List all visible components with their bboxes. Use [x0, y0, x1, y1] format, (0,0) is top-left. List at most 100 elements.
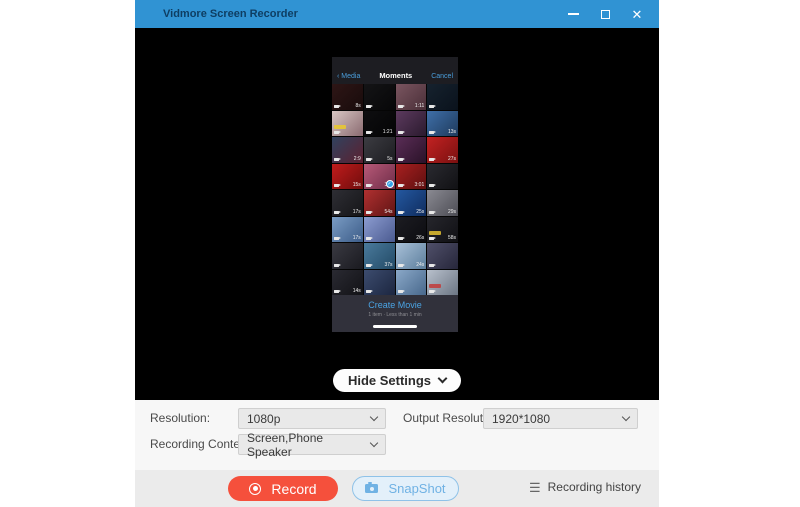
video-icon: [429, 105, 434, 108]
duration-label: 26s: [416, 235, 424, 241]
video-thumbnail[interactable]: 8s: [332, 84, 363, 110]
duration-label: 14s: [353, 288, 361, 294]
video-thumbnail[interactable]: 27s: [427, 137, 458, 163]
maximize-button[interactable]: [597, 6, 613, 22]
chevron-down-icon: [622, 413, 630, 421]
video-thumbnail[interactable]: [396, 137, 427, 163]
video-thumbnail[interactable]: 2:9: [332, 137, 363, 163]
hide-settings-label: Hide Settings: [348, 373, 431, 388]
video-thumbnail[interactable]: [396, 111, 427, 137]
video-thumbnail[interactable]: 1:21: [364, 111, 395, 137]
video-icon: [429, 158, 434, 161]
video-icon: [334, 184, 339, 187]
duration-label: 3:01: [415, 182, 425, 188]
duration-label: 27s: [448, 156, 456, 162]
cancel-button[interactable]: Cancel: [431, 73, 453, 80]
video-thumbnail[interactable]: [396, 270, 427, 296]
video-icon: [366, 131, 371, 134]
resolution-value: 1080p: [247, 412, 280, 426]
video-icon: [334, 264, 339, 267]
video-icon: [429, 237, 434, 240]
video-thumbnail[interactable]: [332, 243, 363, 269]
video-thumbnail[interactable]: 24s: [396, 243, 427, 269]
duration-label: 13s: [448, 129, 456, 135]
duration-label: 37s: [384, 262, 392, 268]
duration-label: 8s: [355, 103, 360, 109]
title-bar: Vidmore Screen Recorder ✕: [135, 0, 659, 28]
video-thumbnail[interactable]: 3:01: [396, 164, 427, 190]
video-thumbnail[interactable]: 1:11: [396, 84, 427, 110]
duration-label: 5s: [387, 156, 392, 162]
video-thumbnail[interactable]: 29s: [427, 190, 458, 216]
video-thumbnail[interactable]: [364, 217, 395, 243]
phone-grid: 8s 1:11 1:21 13s 2:9 5s 27s 15s32s✓ 3:01 17s 54s 25…: [332, 84, 458, 295]
video-icon: [429, 264, 434, 267]
mirrored-phone-screen[interactable]: ‹ Media Moments Cancel 8s1:111:2113s2:95…: [332, 57, 458, 332]
create-movie-subtitle: 1 item · Less than 1 min: [332, 312, 458, 318]
video-icon: [334, 290, 339, 293]
duration-label: 24s: [416, 262, 424, 268]
video-icon: [366, 158, 371, 161]
duration-label: 25s: [416, 209, 424, 215]
chevron-down-icon: [438, 373, 448, 383]
video-thumbnail[interactable]: 17s: [332, 190, 363, 216]
video-thumbnail[interactable]: 58s: [427, 217, 458, 243]
video-thumbnail[interactable]: 54s: [364, 190, 395, 216]
video-icon: [398, 211, 403, 214]
video-thumbnail[interactable]: [427, 270, 458, 296]
video-thumbnail[interactable]: 25s: [396, 190, 427, 216]
video-thumbnail[interactable]: [332, 111, 363, 137]
output-resolution-dropdown[interactable]: 1920*1080: [483, 408, 638, 429]
video-thumbnail[interactable]: [364, 270, 395, 296]
home-indicator: [373, 325, 417, 328]
video-thumbnail[interactable]: 5s: [364, 137, 395, 163]
minimize-icon: [568, 13, 579, 15]
record-icon: [249, 483, 261, 495]
video-thumbnail[interactable]: 13s: [427, 111, 458, 137]
video-thumbnail[interactable]: [427, 84, 458, 110]
preview-area: ‹ Media Moments Cancel 8s1:111:2113s2:95…: [135, 28, 659, 400]
duration-label: 2:9: [354, 156, 361, 162]
video-icon: [398, 131, 403, 134]
chevron-down-icon: [370, 413, 378, 421]
video-thumbnail[interactable]: 14s: [332, 270, 363, 296]
video-thumbnail[interactable]: 26s: [396, 217, 427, 243]
camera-icon: [365, 484, 378, 493]
video-icon: [366, 105, 371, 108]
video-icon: [334, 131, 339, 134]
create-movie-button[interactable]: Create Movie: [332, 300, 458, 310]
phone-footer: Create Movie 1 item · Less than 1 min: [332, 295, 458, 332]
minimize-button[interactable]: [565, 6, 581, 22]
video-icon: [429, 184, 434, 187]
video-icon: [398, 184, 403, 187]
video-icon: [334, 158, 339, 161]
duration-label: 15s: [353, 182, 361, 188]
video-thumbnail[interactable]: [427, 164, 458, 190]
snapshot-label: SnapShot: [388, 481, 445, 496]
snapshot-button[interactable]: SnapShot: [352, 476, 459, 501]
thumbnail-accent: [334, 125, 346, 129]
video-icon: [398, 105, 403, 108]
maximize-icon: [601, 10, 610, 19]
resolution-dropdown[interactable]: 1080p: [238, 408, 386, 429]
video-icon: [334, 211, 339, 214]
duration-label: 54s: [384, 209, 392, 215]
output-resolution-value: 1920*1080: [492, 412, 550, 426]
hide-settings-button[interactable]: Hide Settings: [333, 369, 461, 392]
record-button[interactable]: Record: [228, 476, 338, 501]
video-icon: [366, 237, 371, 240]
recording-history-button[interactable]: ☰ Recording history: [529, 480, 641, 494]
video-thumbnail[interactable]: 17s: [332, 217, 363, 243]
thumbnail-accent: [429, 284, 441, 288]
thumbnail-accent: [429, 231, 441, 235]
video-thumbnail[interactable]: 15s: [332, 164, 363, 190]
back-media-button[interactable]: ‹ Media: [337, 73, 360, 80]
close-button[interactable]: ✕: [629, 6, 645, 22]
video-thumbnail[interactable]: 37s: [364, 243, 395, 269]
selected-check-icon: ✓: [386, 180, 394, 188]
video-thumbnail[interactable]: 32s✓: [364, 164, 395, 190]
recording-content-dropdown[interactable]: Screen,Phone Speaker: [238, 434, 386, 455]
video-thumbnail[interactable]: [364, 84, 395, 110]
duration-label: 1:21: [383, 129, 393, 135]
video-thumbnail[interactable]: [427, 243, 458, 269]
